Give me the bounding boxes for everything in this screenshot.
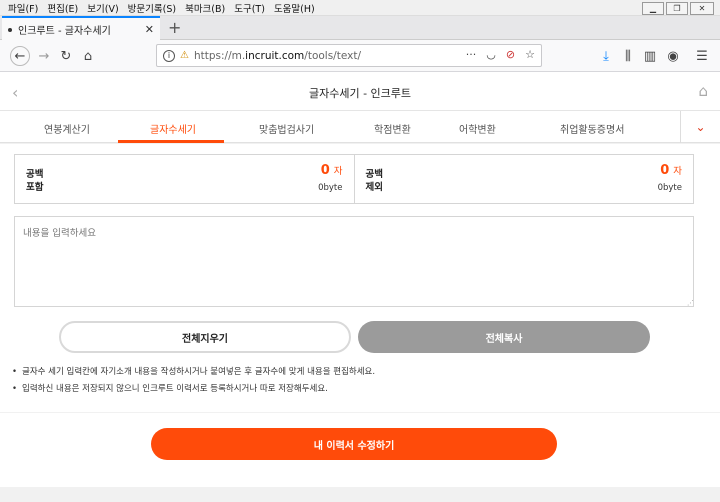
tab-salary-calculator[interactable]: 연봉계산기 <box>44 121 90 136</box>
list-item: 글자수 세기 입력칸에 자기소개 내용을 작성하시거나 붙여넣은 후 글자수에 … <box>12 364 375 381</box>
chevron-down-icon[interactable]: ⌄ <box>680 111 720 143</box>
browser-tab-title: 인크루트 - 글자수세기 <box>18 26 111 37</box>
menu-view[interactable]: 보기(V) <box>87 1 118 15</box>
library-icon[interactable]: ⫼ <box>618 46 638 66</box>
list-item: 입력하신 내용은 저장되지 않으니 인크루트 이력서로 등록하시거나 따로 저장… <box>12 381 375 398</box>
text-input[interactable] <box>14 216 694 307</box>
counter-label: 포함 <box>26 182 44 193</box>
help-notes: 글자수 세기 입력칸에 자기소개 내용을 작성하시거나 붙여넣은 후 글자수에 … <box>12 364 375 398</box>
new-tab-icon[interactable]: + <box>168 18 181 37</box>
counter-label: 공백 <box>26 169 44 180</box>
byte-count: 0byte <box>657 183 682 193</box>
account-icon[interactable]: ◉ <box>663 46 683 66</box>
hamburger-menu-icon[interactable]: ☰ <box>692 46 712 66</box>
tool-tabs: 연봉계산기 글자수세기 맞춤법검사기 학점변환 어학변환 취업활동증명서 ⌄ <box>0 111 720 143</box>
page-title: 글자수세기 - 인크루트 <box>308 87 412 100</box>
menu-history[interactable]: 방문기록(S) <box>128 1 176 15</box>
active-tab-indicator <box>118 140 224 143</box>
counter-label: 제외 <box>365 182 383 193</box>
tab-strip: 인크루트 - 글자수세기 ✕ + <box>0 16 720 41</box>
menu-edit[interactable]: 편집(E) <box>47 1 78 15</box>
byte-count: 0byte <box>318 183 343 193</box>
home-icon[interactable]: ⌂ <box>78 46 98 66</box>
lock-warning-icon[interactable]: ⚠ <box>180 50 189 61</box>
menu-bar: 파일(F) 편집(E) 보기(V) 방문기록(S) 북마크(B) 도구(T) 도… <box>0 0 720 16</box>
menu-help[interactable]: 도움말(H) <box>274 1 315 15</box>
forward-arrow-icon[interactable]: → <box>34 46 54 66</box>
sidebar-icon[interactable]: ▥ <box>640 46 660 66</box>
tab-gpa-conversion[interactable]: 학점변환 <box>374 121 411 136</box>
back-arrow-icon[interactable]: ← <box>10 46 30 66</box>
counter-label: 공백 <box>365 169 383 180</box>
tab-spell-checker[interactable]: 맞춤법검사기 <box>259 121 314 136</box>
app-header: ‹ 글자수세기 - 인크루트 ⌂ <box>0 73 720 111</box>
menu-tools[interactable]: 도구(T) <box>234 1 265 15</box>
bookmark-star-icon[interactable]: ☆ <box>525 48 535 61</box>
info-icon[interactable]: i <box>163 49 175 62</box>
counter-section: 공백 포함 0 자 0byte 공백 제외 0 자 0byte 내용을 입력하세… <box>0 144 720 412</box>
pocket-icon[interactable]: ◡ <box>486 48 496 61</box>
character-unit: 자 <box>333 166 343 177</box>
tab-language-score-conversion[interactable]: 어학변환 <box>459 121 496 136</box>
tab-employment-certificate[interactable]: 취업활동증명서 <box>560 121 624 136</box>
page-content: ‹ 글자수세기 - 인크루트 ⌂ 연봉계산기 글자수세기 맞춤법검사기 학점변환… <box>0 73 720 502</box>
maximize-icon[interactable]: ❐ <box>666 2 688 15</box>
close-tab-icon[interactable]: ✕ <box>145 23 154 36</box>
url-text: https://m.incruit.com/tools/text/ <box>193 49 361 62</box>
counter-with-spaces: 공백 포함 0 자 0byte <box>15 155 354 203</box>
home-outline-icon[interactable]: ⌂ <box>698 82 708 100</box>
copy-all-button[interactable]: 전체복사 <box>358 321 650 353</box>
clear-all-button[interactable]: 전체지우기 <box>59 321 351 353</box>
cta-section: 내 이력서 수정하기 <box>0 413 720 487</box>
tab-character-count[interactable]: 글자수세기 <box>150 121 196 136</box>
browser-tab[interactable]: 인크루트 - 글자수세기 ✕ <box>2 16 160 41</box>
extension-icon[interactable]: ⊘ <box>506 48 515 61</box>
counter-box: 공백 포함 0 자 0byte 공백 제외 0 자 0byte <box>14 154 694 204</box>
page-actions-icon[interactable]: ··· <box>466 48 477 61</box>
menu-bookmarks[interactable]: 북마크(B) <box>185 1 225 15</box>
edit-resume-button[interactable]: 내 이력서 수정하기 <box>151 428 557 460</box>
counter-without-spaces: 공백 제외 0 자 0byte <box>353 155 694 203</box>
resize-grip-icon[interactable]: ⋰ <box>687 299 694 307</box>
character-unit: 자 <box>673 166 682 177</box>
nav-bar: ← → ↻ ⌂ i ⚠ https://m.incruit.com/tools/… <box>0 40 720 72</box>
favicon-icon <box>8 27 12 32</box>
download-icon[interactable]: ⤓ <box>596 46 616 66</box>
url-bar[interactable]: i ⚠ https://m.incruit.com/tools/text/ ··… <box>156 44 542 67</box>
minimize-icon[interactable]: ▁ <box>642 2 664 15</box>
character-count: 0 <box>660 163 670 178</box>
menu-file[interactable]: 파일(F) <box>8 1 38 15</box>
close-window-icon[interactable]: ✕ <box>690 2 714 15</box>
reload-icon[interactable]: ↻ <box>56 46 76 66</box>
character-count: 0 <box>320 163 330 178</box>
